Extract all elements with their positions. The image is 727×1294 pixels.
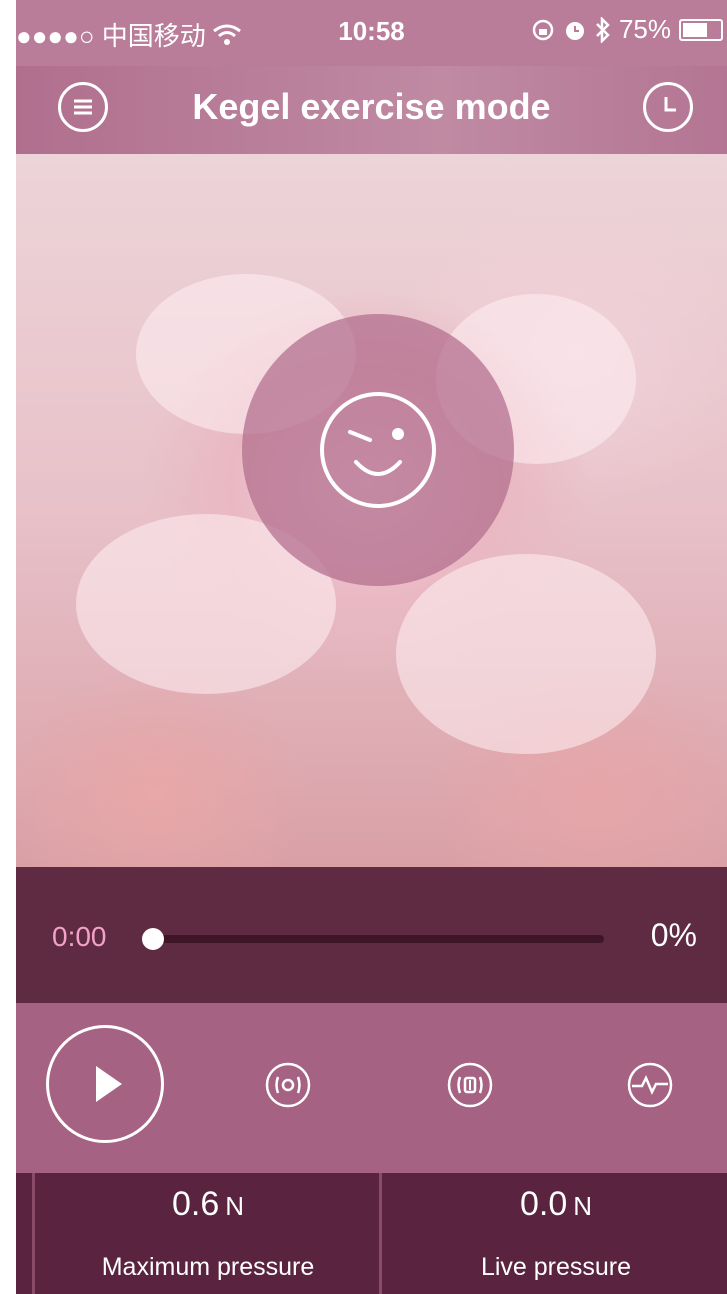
max-pressure-value-line: 0.6 N bbox=[35, 1185, 381, 1224]
alarm-icon bbox=[565, 21, 584, 40]
bluetooth-icon bbox=[596, 16, 610, 43]
app-screen: ●●●●○ 中国移动 10:58 75% Kegel exercise mode… bbox=[0, 0, 727, 1294]
vibration-mode-icon[interactable] bbox=[264, 1061, 312, 1109]
status-right: 75% bbox=[531, 14, 723, 45]
rotation-lock-icon bbox=[532, 19, 554, 40]
live-pressure-value: 0.0 bbox=[519, 1185, 568, 1223]
live-pressure-value-line: 0.0 N bbox=[382, 1185, 727, 1224]
play-icon bbox=[96, 1066, 122, 1102]
live-pressure-label: Live pressure bbox=[480, 1253, 632, 1281]
battery-fill bbox=[683, 22, 707, 37]
heartbeat-icon[interactable] bbox=[626, 1061, 674, 1109]
pulse-mode-icon[interactable] bbox=[446, 1061, 494, 1109]
progress-panel: 0:00 0% bbox=[16, 867, 727, 1003]
progress-track[interactable] bbox=[152, 935, 604, 943]
max-pressure-value: 0.6 bbox=[171, 1185, 220, 1223]
clock-icon bbox=[664, 97, 676, 112]
status-bar: ●●●●○ 中国移动 10:58 75% bbox=[16, 0, 727, 66]
live-pressure-cell: 0.0 N Live pressure bbox=[379, 1173, 727, 1294]
nav-bar: Kegel exercise mode bbox=[16, 66, 727, 154]
history-button[interactable] bbox=[643, 82, 693, 132]
pressure-panel: 0.6 N Maximum pressure 0.0 N Live pressure bbox=[16, 1173, 727, 1294]
status-face-button[interactable] bbox=[242, 314, 514, 586]
controls-bar bbox=[16, 1003, 727, 1173]
battery-percent: 75% bbox=[618, 14, 671, 44]
max-pressure-label: Maximum pressure bbox=[101, 1253, 315, 1281]
rose-background-image bbox=[16, 154, 727, 867]
elapsed-time: 0:00 bbox=[52, 921, 107, 952]
max-pressure-unit: N bbox=[225, 1191, 245, 1221]
wink-face-icon bbox=[320, 392, 436, 508]
page-title: Kegel exercise mode bbox=[192, 86, 551, 127]
max-pressure-cell: 0.6 N Maximum pressure bbox=[32, 1173, 381, 1294]
play-button[interactable] bbox=[46, 1025, 164, 1143]
progress-thumb[interactable] bbox=[142, 928, 164, 950]
live-pressure-unit: N bbox=[573, 1191, 593, 1221]
app-frame: ●●●●○ 中国移动 10:58 75% Kegel exercise mode… bbox=[16, 0, 727, 1294]
battery-icon bbox=[679, 18, 723, 41]
progress-percent: 0% bbox=[650, 917, 697, 953]
